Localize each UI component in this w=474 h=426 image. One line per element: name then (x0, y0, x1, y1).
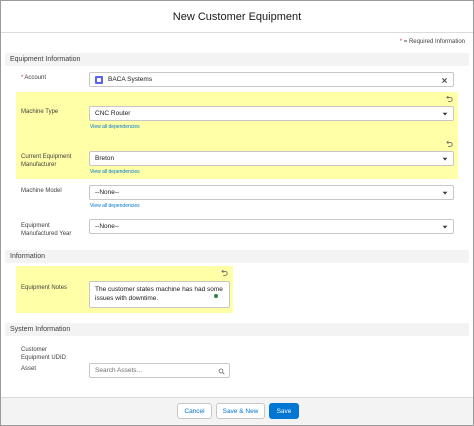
account-label: *Account (21, 74, 46, 82)
equipment-manufactured-year-label-line1: Equipment (21, 223, 50, 229)
new-customer-equipment-modal: New Customer Equipment * = Required Info… (0, 0, 474, 426)
equipment-manufactured-year-select[interactable]: --None-- (89, 219, 454, 234)
cancel-button[interactable]: Cancel (177, 403, 212, 419)
equipment-manufactured-year-label: Equipment Manufactured Year (21, 222, 71, 238)
modal-title: New Customer Equipment (172, 10, 302, 23)
required-note-text: = Required Information (403, 39, 465, 45)
equipment-notes-value: The customer states machine has had some… (95, 286, 223, 302)
current-equipment-manufacturer-label-line2: Manufacturer (21, 162, 57, 168)
section-system-information[interactable]: System Information (5, 323, 469, 336)
machine-model-view-dependencies-link[interactable]: View all dependencies (90, 203, 140, 209)
machine-type-view-dependencies-link[interactable]: View all dependencies (90, 124, 140, 130)
equipment-manufactured-year-label-line2: Manufactured Year (21, 231, 72, 237)
manufacturer-view-dependencies-link[interactable]: View all dependencies (90, 169, 140, 175)
clear-selection-icon[interactable] (441, 77, 448, 84)
account-label-text: Account (24, 75, 47, 81)
account-value: BACA Systems (108, 76, 153, 83)
section-equipment-information[interactable]: Equipment Information (5, 53, 469, 66)
current-equipment-manufacturer-select[interactable]: Breton (89, 151, 454, 166)
grammarly-icon[interactable] (214, 294, 218, 298)
asset-lookup-field[interactable]: Search Assets... (89, 363, 230, 378)
customer-equipment-udid-label: Customer Equipment UDID (21, 346, 66, 362)
required-information-note: * = Required Information (400, 39, 465, 45)
chevron-down-icon (442, 112, 448, 116)
modal-header: New Customer Equipment (1, 1, 473, 33)
modal-footer: Cancel Save & New Save (1, 397, 473, 425)
current-equipment-manufacturer-value: Breton (95, 155, 115, 162)
section-information[interactable]: Information (5, 250, 469, 263)
required-star: * (399, 39, 403, 45)
equipment-notes-textarea[interactable]: The customer states machine has had some… (89, 281, 230, 308)
current-equipment-manufacturer-label-line1: Current Equipment (21, 154, 72, 160)
chevron-down-icon (442, 157, 448, 161)
asset-label: Asset (21, 366, 37, 372)
machine-model-value: --None-- (95, 189, 120, 196)
machine-model-label: Machine Model (21, 188, 62, 194)
account-icon (95, 75, 103, 84)
chevron-down-icon (442, 191, 448, 195)
current-equipment-manufacturer-label: Current Equipment Manufacturer (21, 153, 71, 169)
machine-type-select[interactable]: CNC Router (89, 106, 454, 121)
undo-icon[interactable] (445, 140, 453, 148)
customer-equipment-udid-label-line2: Equipment UDID (21, 355, 67, 361)
search-icon (218, 368, 225, 375)
account-lookup-field[interactable]: BACA Systems (89, 72, 454, 87)
chevron-down-icon (442, 225, 448, 229)
undo-icon[interactable] (445, 95, 453, 103)
machine-type-label: Machine Type (21, 109, 59, 115)
account-required-star: * (21, 75, 24, 81)
save-button[interactable]: Save (269, 403, 299, 419)
equipment-notes-label: Equipment Notes (21, 285, 68, 291)
machine-model-select[interactable]: --None-- (89, 185, 454, 200)
undo-icon[interactable] (220, 269, 228, 277)
equipment-manufactured-year-value: --None-- (95, 223, 120, 230)
asset-search-placeholder: Search Assets... (95, 367, 142, 374)
customer-equipment-udid-label-line1: Customer (21, 347, 48, 353)
save-and-new-button[interactable]: Save & New (216, 403, 265, 419)
machine-type-value: CNC Router (95, 110, 131, 117)
